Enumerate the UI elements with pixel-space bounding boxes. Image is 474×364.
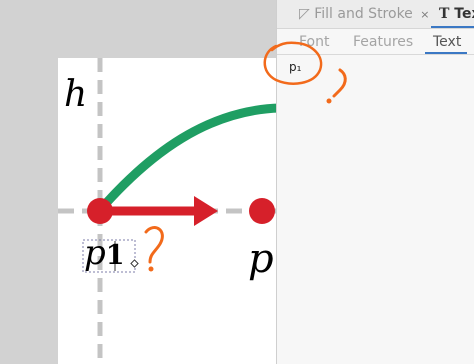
- tab-fill-and-stroke[interactable]: ◸ Fill and Stroke ×: [299, 6, 429, 26]
- text-handle[interactable]: [130, 259, 139, 268]
- red-arrow-head[interactable]: [194, 196, 218, 226]
- text-tool-icon: T: [439, 6, 450, 22]
- tab-text-label: Tex: [454, 6, 474, 22]
- subtab-font[interactable]: Font: [299, 34, 329, 50]
- active-tab-underline: [431, 26, 474, 28]
- tab-fill-and-stroke-label: Fill and Stroke: [314, 6, 413, 22]
- text-editor-value: p₁: [289, 60, 302, 74]
- dialog-tab-bar: ◸ Fill and Stroke × T Tex: [277, 0, 474, 29]
- label-p1[interactable]: p1: [84, 233, 125, 273]
- subtab-text[interactable]: Text: [433, 34, 461, 50]
- fill-stroke-icon: ◸: [299, 6, 310, 22]
- tab-text[interactable]: T Tex: [439, 6, 474, 26]
- point-p2[interactable]: [249, 198, 275, 224]
- text-dialog-subtabs: Font Features Text: [277, 30, 474, 55]
- point-p1[interactable]: [87, 198, 113, 224]
- label-p2: p: [248, 236, 274, 282]
- drawing[interactable]: h p1 p: [58, 58, 288, 364]
- label-h: h: [64, 74, 87, 115]
- subtab-active-underline: [425, 52, 467, 54]
- label-p1-letter: p: [84, 233, 106, 273]
- canvas-area[interactable]: h p1 p: [0, 0, 288, 364]
- page: h p1 p: [58, 58, 288, 364]
- label-p1-subscript: 1: [106, 240, 125, 271]
- text-editor[interactable]: p₁: [285, 56, 467, 356]
- docked-dialog: ◸ Fill and Stroke × T Tex Font Features …: [276, 0, 474, 364]
- green-curve[interactable]: [95, 103, 285, 215]
- subtab-features[interactable]: Features: [353, 34, 413, 50]
- close-icon[interactable]: ×: [420, 8, 429, 21]
